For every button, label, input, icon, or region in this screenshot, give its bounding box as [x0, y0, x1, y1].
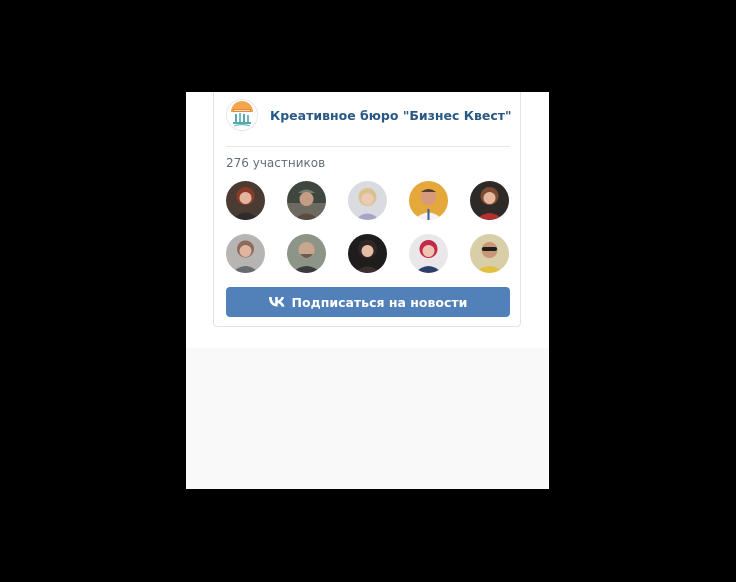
members-count[interactable]: 276 участников [226, 156, 325, 170]
widget-area: Креативное бюро "Бизнес Квест" 276 участ… [186, 92, 549, 348]
divider [226, 146, 510, 147]
member-avatar-bearded-man-icon[interactable] [287, 234, 326, 273]
member-avatars [226, 181, 510, 275]
group-header: Креативное бюро "Бизнес Квест" [226, 99, 512, 135]
member-avatar-woman-gray-icon[interactable] [226, 234, 265, 273]
member-avatar-man-sunglasses-icon[interactable] [470, 234, 509, 273]
group-logo-icon[interactable] [226, 99, 258, 131]
group-name-link[interactable]: Креативное бюро "Бизнес Квест" [270, 108, 512, 123]
member-avatar-blonde-woman-icon[interactable] [348, 181, 387, 220]
member-avatar-pink-hair-woman-icon[interactable] [409, 234, 448, 273]
subscribe-button-label: Подписаться на новости [291, 294, 468, 310]
member-avatar-man-cap-icon[interactable] [287, 181, 326, 220]
embed-frame: Креативное бюро "Бизнес Квест" 276 участ… [186, 92, 549, 489]
vk-group-widget: Креативное бюро "Бизнес Квест" 276 участ… [213, 92, 521, 327]
member-avatar-man-yellow-bg-icon[interactable] [409, 181, 448, 220]
member-avatar-dark-haired-woman-icon[interactable] [348, 234, 387, 273]
subscribe-button[interactable]: Подписаться на новости [226, 287, 510, 317]
member-avatar-red-hair-icon[interactable] [226, 181, 265, 220]
vk-logo-icon [268, 297, 285, 307]
member-avatar-woman-red-icon[interactable] [470, 181, 509, 220]
